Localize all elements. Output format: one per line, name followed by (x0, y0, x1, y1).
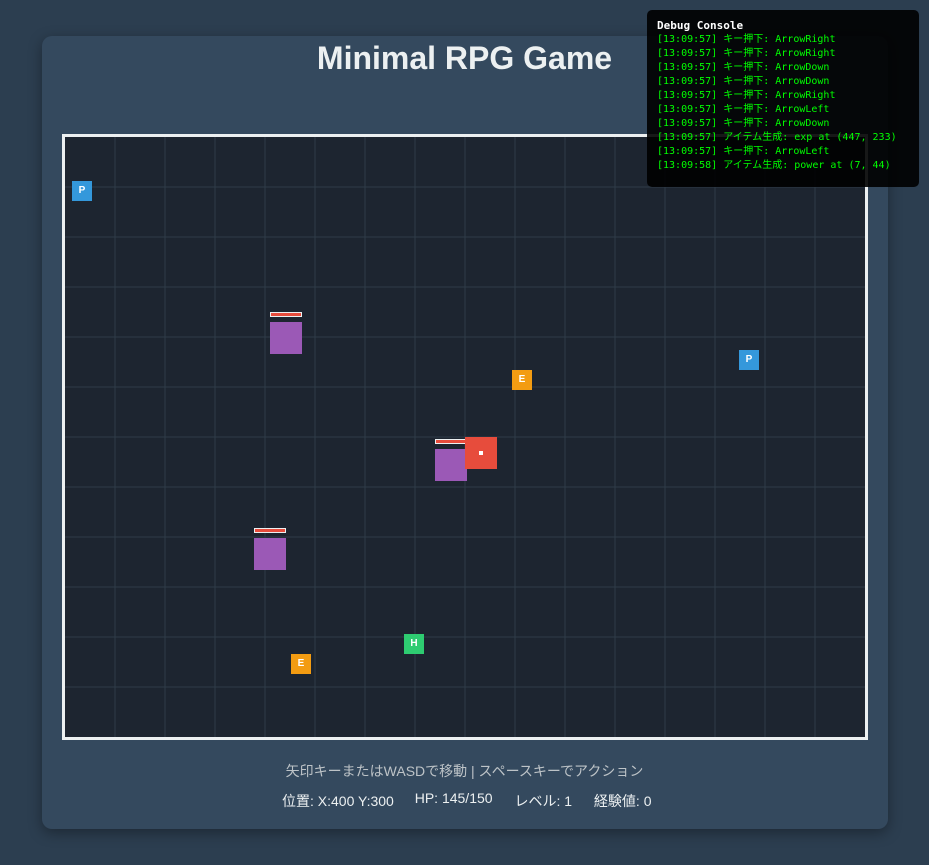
log-line: [13:09:57] キー押下: ArrowRight (657, 90, 836, 101)
enemy-hp-bar (254, 528, 286, 533)
position-stat: 位置: X:400 Y:300 (282, 793, 394, 809)
exp-item: E (512, 370, 532, 390)
player-eye (479, 451, 483, 455)
level-stat: レベル: 1 (514, 793, 573, 809)
log-line: [13:09:57] アイテム生成: exp at (447, 233) (657, 132, 897, 143)
log-line: [13:09:58] アイテム生成: power at (7, 44) (657, 160, 891, 171)
enemy (270, 322, 302, 354)
log-line: [13:09:57] キー押下: ArrowLeft (657, 146, 830, 157)
health-item: H (404, 634, 424, 654)
game-canvas[interactable]: P P E E H (62, 134, 868, 740)
enemy (254, 538, 286, 570)
stats-bar: 位置: X:400 Y:300 HP: 145/150 レベル: 1 経験値: … (282, 790, 652, 811)
power-item: P (72, 181, 92, 201)
power-item: P (739, 350, 759, 370)
player (465, 437, 497, 469)
enemy (435, 449, 467, 481)
debug-console-title: Debug Console (657, 19, 744, 32)
debug-console: Debug Console [13:09:57] キー押下: ArrowRigh… (647, 10, 919, 187)
enemy-hp-bar (270, 312, 302, 317)
exp-stat: 経験値: 0 (593, 793, 652, 809)
hp-stat: HP: 145/150 (414, 790, 493, 806)
log-line: [13:09:57] キー押下: ArrowLeft (657, 104, 830, 115)
log-line: [13:09:57] キー押下: ArrowRight (657, 34, 836, 45)
log-line: [13:09:57] キー押下: ArrowDown (657, 76, 830, 87)
log-line: [13:09:57] キー押下: ArrowDown (657, 62, 830, 73)
enemy-hp-bar (435, 439, 467, 444)
log-line: [13:09:57] キー押下: ArrowRight (657, 48, 836, 59)
log-line: [13:09:57] キー押下: ArrowDown (657, 118, 830, 129)
instructions-text: 矢印キーまたはWASDで移動 | スペースキーでアクション (285, 763, 644, 779)
exp-item: E (291, 654, 311, 674)
